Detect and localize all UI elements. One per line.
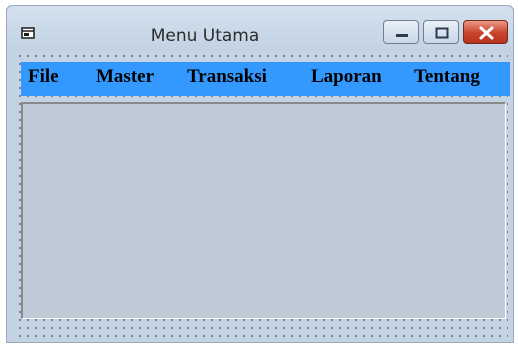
- close-button[interactable]: [463, 20, 508, 44]
- menu-item-transaksi[interactable]: Transaksi: [187, 66, 267, 88]
- minimize-icon: [396, 34, 408, 37]
- menu-item-file[interactable]: File: [28, 66, 59, 88]
- menu-item-master[interactable]: Master: [96, 66, 154, 88]
- maximize-button[interactable]: [423, 20, 459, 44]
- menu-item-laporan[interactable]: Laporan: [311, 66, 382, 88]
- menu-bar: File Master Transaksi Laporan Tentang: [21, 62, 510, 96]
- menu-item-tentang[interactable]: Tentang: [414, 66, 480, 88]
- title-bar[interactable]: Menu Utama: [7, 6, 513, 50]
- minimize-button[interactable]: [383, 20, 419, 44]
- mdi-client-area[interactable]: [21, 102, 506, 319]
- maximize-icon: [435, 27, 449, 39]
- close-icon: [479, 26, 494, 40]
